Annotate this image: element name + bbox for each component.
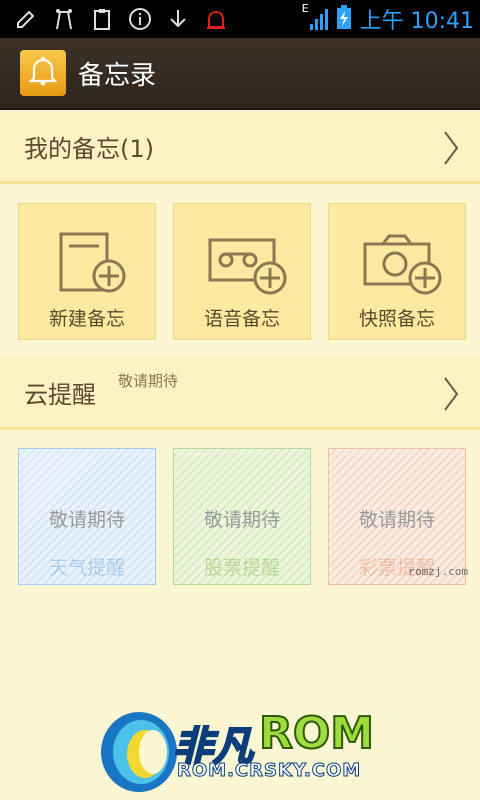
edit-icon <box>14 7 38 31</box>
clipboard-icon <box>90 7 114 31</box>
brand-rom-text: ROM <box>258 707 375 760</box>
footer-brand-logo: 非凡 ROM ROM.CRSKY.COM <box>95 706 395 796</box>
stock-reminder-tile: 敬请期待 股票提醒 <box>173 448 311 585</box>
voice-memo-label: 语音备忘 <box>203 308 280 330</box>
new-memo-label: 新建备忘 <box>48 308 125 330</box>
my-memos-row[interactable]: 我的备忘(1) <box>0 112 480 184</box>
app-title: 备忘录 <box>78 60 157 91</box>
coming-soon-label: 敬请期待 <box>358 509 435 531</box>
clock: 上午 10:41 <box>359 9 474 34</box>
bell-icon <box>26 54 60 92</box>
brand-url-text: ROM.CRSKY.COM <box>176 760 362 782</box>
coming-soon-label: 敬请期待 <box>203 509 280 531</box>
new-memo-tile[interactable]: 新建备忘 <box>18 203 156 340</box>
cloud-reminder-row[interactable]: 云提醒 敬请期待 <box>0 358 480 430</box>
chevron-right-icon <box>442 376 460 416</box>
weather-reminder-tile: 敬请期待 天气提醒 <box>18 448 156 585</box>
signal-bars-icon: E <box>302 2 328 32</box>
chevron-right-icon <box>442 130 460 170</box>
coming-soon-label: 敬请期待 <box>48 509 125 531</box>
cloud-reminder-label: 云提醒 <box>24 381 96 409</box>
voice-memo-tile[interactable]: 语音备忘 <box>173 203 311 340</box>
alarm-icon <box>204 7 228 31</box>
weather-reminder-label: 天气提醒 <box>48 557 125 579</box>
signal-tower-icon <box>52 7 76 31</box>
snapshot-memo-tile[interactable]: 快照备忘 <box>328 203 466 340</box>
my-memos-label: 我的备忘(1) <box>24 135 154 163</box>
status-bar: E 上午 10:41 <box>0 0 480 38</box>
app-title-bar: 备忘录 <box>0 38 480 110</box>
watermark-text: romzj.com <box>408 565 468 578</box>
coming-soon-badge: 敬请期待 <box>118 372 179 390</box>
info-icon <box>128 7 152 31</box>
snapshot-memo-label: 快照备忘 <box>358 308 435 330</box>
new-note-plus-icon <box>59 232 126 293</box>
app-logo <box>20 50 66 96</box>
battery-charging-icon <box>336 4 352 34</box>
download-icon <box>166 7 190 31</box>
stock-reminder-label: 股票提醒 <box>203 557 280 579</box>
camera-plus-icon <box>363 234 442 295</box>
voice-tape-plus-icon <box>208 238 287 295</box>
